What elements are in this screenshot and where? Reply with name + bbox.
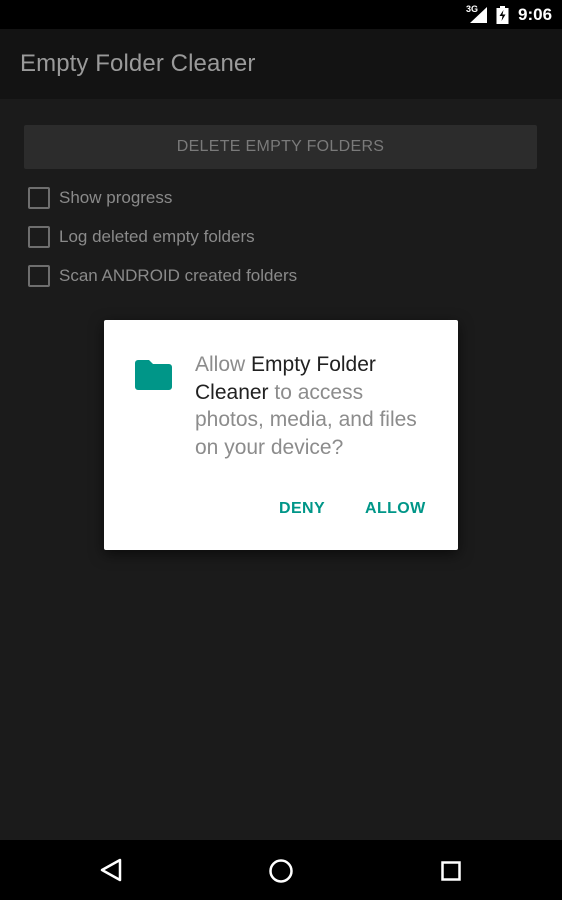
signal-icon bbox=[470, 7, 487, 23]
clock: 9:06 bbox=[518, 5, 553, 24]
allow-button[interactable]: ALLOW bbox=[365, 500, 426, 518]
battery-icon bbox=[496, 6, 509, 24]
permission-message: Allow Empty Folder Cleaner to access pho… bbox=[195, 351, 435, 461]
app-title: Empty Folder Cleaner bbox=[20, 50, 256, 77]
option-label: Scan ANDROID created folders bbox=[59, 266, 298, 285]
recents-icon[interactable] bbox=[441, 861, 461, 881]
option-label: Log deleted empty folders bbox=[59, 227, 255, 246]
navigation-bar bbox=[0, 840, 562, 900]
back-icon[interactable] bbox=[100, 858, 122, 882]
option-label: Show progress bbox=[59, 188, 173, 207]
delete-empty-folders-button[interactable]: DELETE EMPTY FOLDERS bbox=[24, 125, 537, 169]
app-bar: Empty Folder Cleaner bbox=[0, 29, 562, 99]
folder-icon bbox=[135, 360, 172, 390]
home-icon[interactable] bbox=[269, 859, 293, 883]
message-prefix: Allow bbox=[195, 353, 252, 376]
scan-android-checkbox[interactable] bbox=[28, 265, 50, 287]
permission-dialog: Allow Empty Folder Cleaner to access pho… bbox=[104, 320, 458, 550]
status-bar: 3G 9:06 bbox=[0, 0, 562, 29]
log-deleted-checkbox[interactable] bbox=[28, 226, 50, 248]
deny-button[interactable]: DENY bbox=[279, 500, 325, 518]
show-progress-checkbox[interactable] bbox=[28, 187, 50, 209]
